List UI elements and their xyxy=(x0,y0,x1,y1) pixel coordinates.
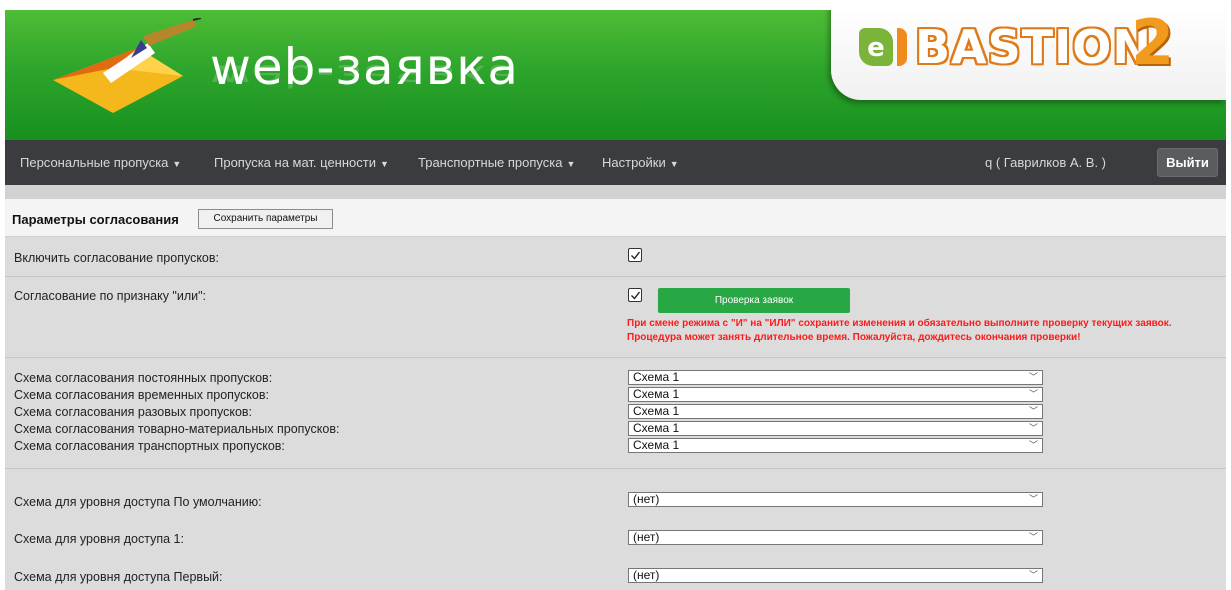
access-first-select[interactable]: (нет) ﹀ xyxy=(628,568,1043,583)
approval-settings-panel: Параметры согласования Сохранить парамет… xyxy=(5,199,1226,590)
row-divider xyxy=(5,357,1226,358)
caret-down-icon: ▼ xyxy=(669,159,679,169)
header-divider xyxy=(5,185,1226,199)
top-navbar: Персональные пропуска ▼ Пропуска на мат. … xyxy=(5,140,1226,185)
select-value: (нет) xyxy=(633,568,660,582)
access-default-label: Схема для уровня доступа По умолчанию: xyxy=(14,495,262,509)
nav-label: Транспортные пропуска xyxy=(418,155,563,170)
access-level1-select[interactable]: (нет) ﹀ xyxy=(628,530,1043,545)
nav-label: Пропуска на мат. ценности xyxy=(214,155,376,170)
checkmark-icon xyxy=(631,251,641,260)
select-value: (нет) xyxy=(633,492,660,506)
nav-personal-passes[interactable]: Персональные пропуска ▼ xyxy=(20,140,181,185)
caret-down-icon: ▼ xyxy=(172,159,182,169)
settings-header: Параметры согласования Сохранить парамет… xyxy=(5,199,1226,237)
app-header: web-заявка web-заявка e BASTION 2 xyxy=(5,10,1226,140)
chevron-down-icon: ﹀ xyxy=(1028,423,1038,433)
chevron-down-icon: ﹀ xyxy=(1028,570,1038,580)
checkmark-icon xyxy=(631,291,641,300)
scheme-onetime-select[interactable]: Схема 1 ﹀ xyxy=(628,404,1043,419)
scheme-permanent-select[interactable]: Схема 1 ﹀ xyxy=(628,370,1043,385)
page-title: Параметры согласования xyxy=(12,212,179,227)
caret-down-icon: ▼ xyxy=(566,159,576,169)
or-approval-label: Согласование по признаку "или": xyxy=(14,289,207,303)
bastion-e-icon: e xyxy=(859,28,893,66)
select-value: Схема 1 xyxy=(633,387,680,401)
check-requests-button[interactable]: Проверка заявок xyxy=(658,288,850,313)
access-level1-label: Схема для уровня доступа 1: xyxy=(14,532,184,546)
bastion-logo-number: 2 xyxy=(1131,10,1175,79)
row-divider xyxy=(5,276,1226,277)
chevron-down-icon: ﹀ xyxy=(1028,532,1038,542)
current-user[interactable]: q ( Гаврилков А. В. ) xyxy=(985,140,1106,185)
enable-approval-checkbox[interactable] xyxy=(628,248,642,262)
select-value: Схема 1 xyxy=(633,438,680,452)
access-first-label: Схема для уровня доступа Первый: xyxy=(14,570,223,584)
scheme-material-label: Схема согласования товарно-материальных … xyxy=(14,422,340,436)
select-value: Схема 1 xyxy=(633,404,680,418)
logout-button[interactable]: Выйти xyxy=(1157,148,1218,177)
select-value: Схема 1 xyxy=(633,370,680,384)
chevron-down-icon: ﹀ xyxy=(1028,372,1038,382)
scheme-temporary-label: Схема согласования временных пропусков: xyxy=(14,388,269,402)
scheme-transport-select[interactable]: Схема 1 ﹀ xyxy=(628,438,1043,453)
mode-change-warning: При смене режима с "И" на "ИЛИ" сохранит… xyxy=(627,318,1172,343)
access-default-select[interactable]: (нет) ﹀ xyxy=(628,492,1043,507)
nav-material-passes[interactable]: Пропуска на мат. ценности ▼ xyxy=(214,140,389,185)
scheme-temporary-select[interactable]: Схема 1 ﹀ xyxy=(628,387,1043,402)
scheme-onetime-label: Схема согласования разовых пропусков: xyxy=(14,405,253,419)
row-divider xyxy=(5,468,1226,469)
chevron-down-icon: ﹀ xyxy=(1028,389,1038,399)
or-approval-checkbox[interactable] xyxy=(628,288,642,302)
nav-settings[interactable]: Настройки ▼ xyxy=(602,140,679,185)
enable-approval-label: Включить согласование пропусков: xyxy=(14,251,219,265)
scheme-material-select[interactable]: Схема 1 ﹀ xyxy=(628,421,1043,436)
nav-label: Персональные пропуска xyxy=(20,155,169,170)
pen-paper-logo-icon xyxy=(53,18,202,113)
chevron-down-icon: ﹀ xyxy=(1028,494,1038,504)
chevron-down-icon: ﹀ xyxy=(1028,406,1038,416)
nav-transport-passes[interactable]: Транспортные пропуска ▼ xyxy=(418,140,575,185)
caret-down-icon: ▼ xyxy=(380,159,389,169)
bastion-logo-text: BASTION xyxy=(915,20,1152,74)
save-params-button[interactable]: Сохранить параметры xyxy=(198,209,333,229)
bastion-mark-icon xyxy=(897,28,907,66)
nav-label: Настройки xyxy=(602,155,666,170)
scheme-permanent-label: Схема согласования постоянных пропусков: xyxy=(14,371,273,385)
app-logo-reflection: web-заявка xyxy=(210,58,520,93)
select-value: Схема 1 xyxy=(633,421,680,435)
select-value: (нет) xyxy=(633,530,660,544)
bastion-logo: e BASTION 2 xyxy=(831,10,1226,100)
chevron-down-icon: ﹀ xyxy=(1028,440,1038,450)
scheme-transport-label: Схема согласования транспортных пропуско… xyxy=(14,439,285,453)
